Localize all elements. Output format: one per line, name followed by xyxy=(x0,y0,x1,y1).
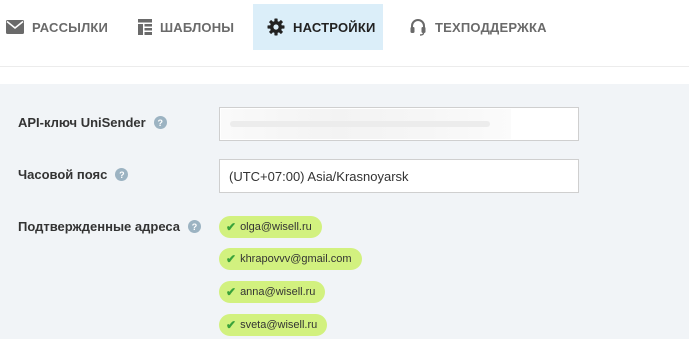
redacted-value-overlay xyxy=(230,121,490,127)
timezone-select[interactable]: (UTC+07:00) Asia/Krasnoyarsk xyxy=(219,159,579,193)
tab-settings[interactable]: НАСТРОЙКИ xyxy=(253,4,383,50)
timezone-label: Часовой пояс xyxy=(18,167,108,182)
gear-icon xyxy=(267,18,285,36)
tab-mailings[interactable]: РАССЫЛКИ xyxy=(6,4,108,50)
tab-label: ШАБЛОНЫ xyxy=(160,19,235,35)
confirmed-addresses-row-label: Подтвержденные адреса ? xyxy=(18,219,201,234)
top-navigation: РАССЫЛКИ ШАБЛОНЫ НАСТРОЙКИ ТЕХПОДДЕРЖКА xyxy=(0,0,689,67)
api-key-input[interactable] xyxy=(219,107,579,141)
help-icon[interactable]: ? xyxy=(115,168,129,181)
tab-label: РАССЫЛКИ xyxy=(32,19,109,35)
api-key-row-label: API-ключ UniSender ? xyxy=(18,115,167,130)
email-address: olga@wisell.ru xyxy=(240,221,312,233)
timezone-row-label: Часовой пояс ? xyxy=(18,167,129,182)
envelope-icon xyxy=(6,20,24,34)
api-key-label: API-ключ UniSender xyxy=(18,115,146,130)
email-address: sveta@wisell.ru xyxy=(240,319,318,331)
tab-support[interactable]: ТЕХПОДДЕРЖКА xyxy=(409,4,547,50)
checkmark-icon: ✔ xyxy=(226,220,237,234)
checkmark-icon: ✔ xyxy=(226,285,237,299)
help-icon[interactable]: ? xyxy=(188,220,201,233)
settings-panel: API-ключ UniSender ? Часовой пояс ? (UTC… xyxy=(0,84,689,339)
email-badge: ✔ olga@wisell.ru xyxy=(219,216,322,238)
tab-templates[interactable]: ШАБЛОНЫ xyxy=(138,4,234,50)
email-address: anna@wisell.ru xyxy=(240,286,316,298)
tab-label: НАСТРОЙКИ xyxy=(293,19,376,35)
email-badge: ✔ sveta@wisell.ru xyxy=(219,314,328,336)
email-badge: ✔ anna@wisell.ru xyxy=(219,281,326,303)
help-icon[interactable]: ? xyxy=(153,116,167,129)
checkmark-icon: ✔ xyxy=(226,318,237,332)
tab-label: ТЕХПОДДЕРЖКА xyxy=(435,19,547,35)
headset-icon xyxy=(409,18,427,36)
checkmark-icon: ✔ xyxy=(226,252,237,266)
email-address: khrapovvv@gmail.com xyxy=(240,253,352,265)
confirmed-addresses-label: Подтвержденные адреса xyxy=(18,219,180,234)
email-badge: ✔ khrapovvv@gmail.com xyxy=(219,248,362,270)
timezone-value: (UTC+07:00) Asia/Krasnoyarsk xyxy=(229,168,409,184)
template-icon xyxy=(138,19,152,35)
